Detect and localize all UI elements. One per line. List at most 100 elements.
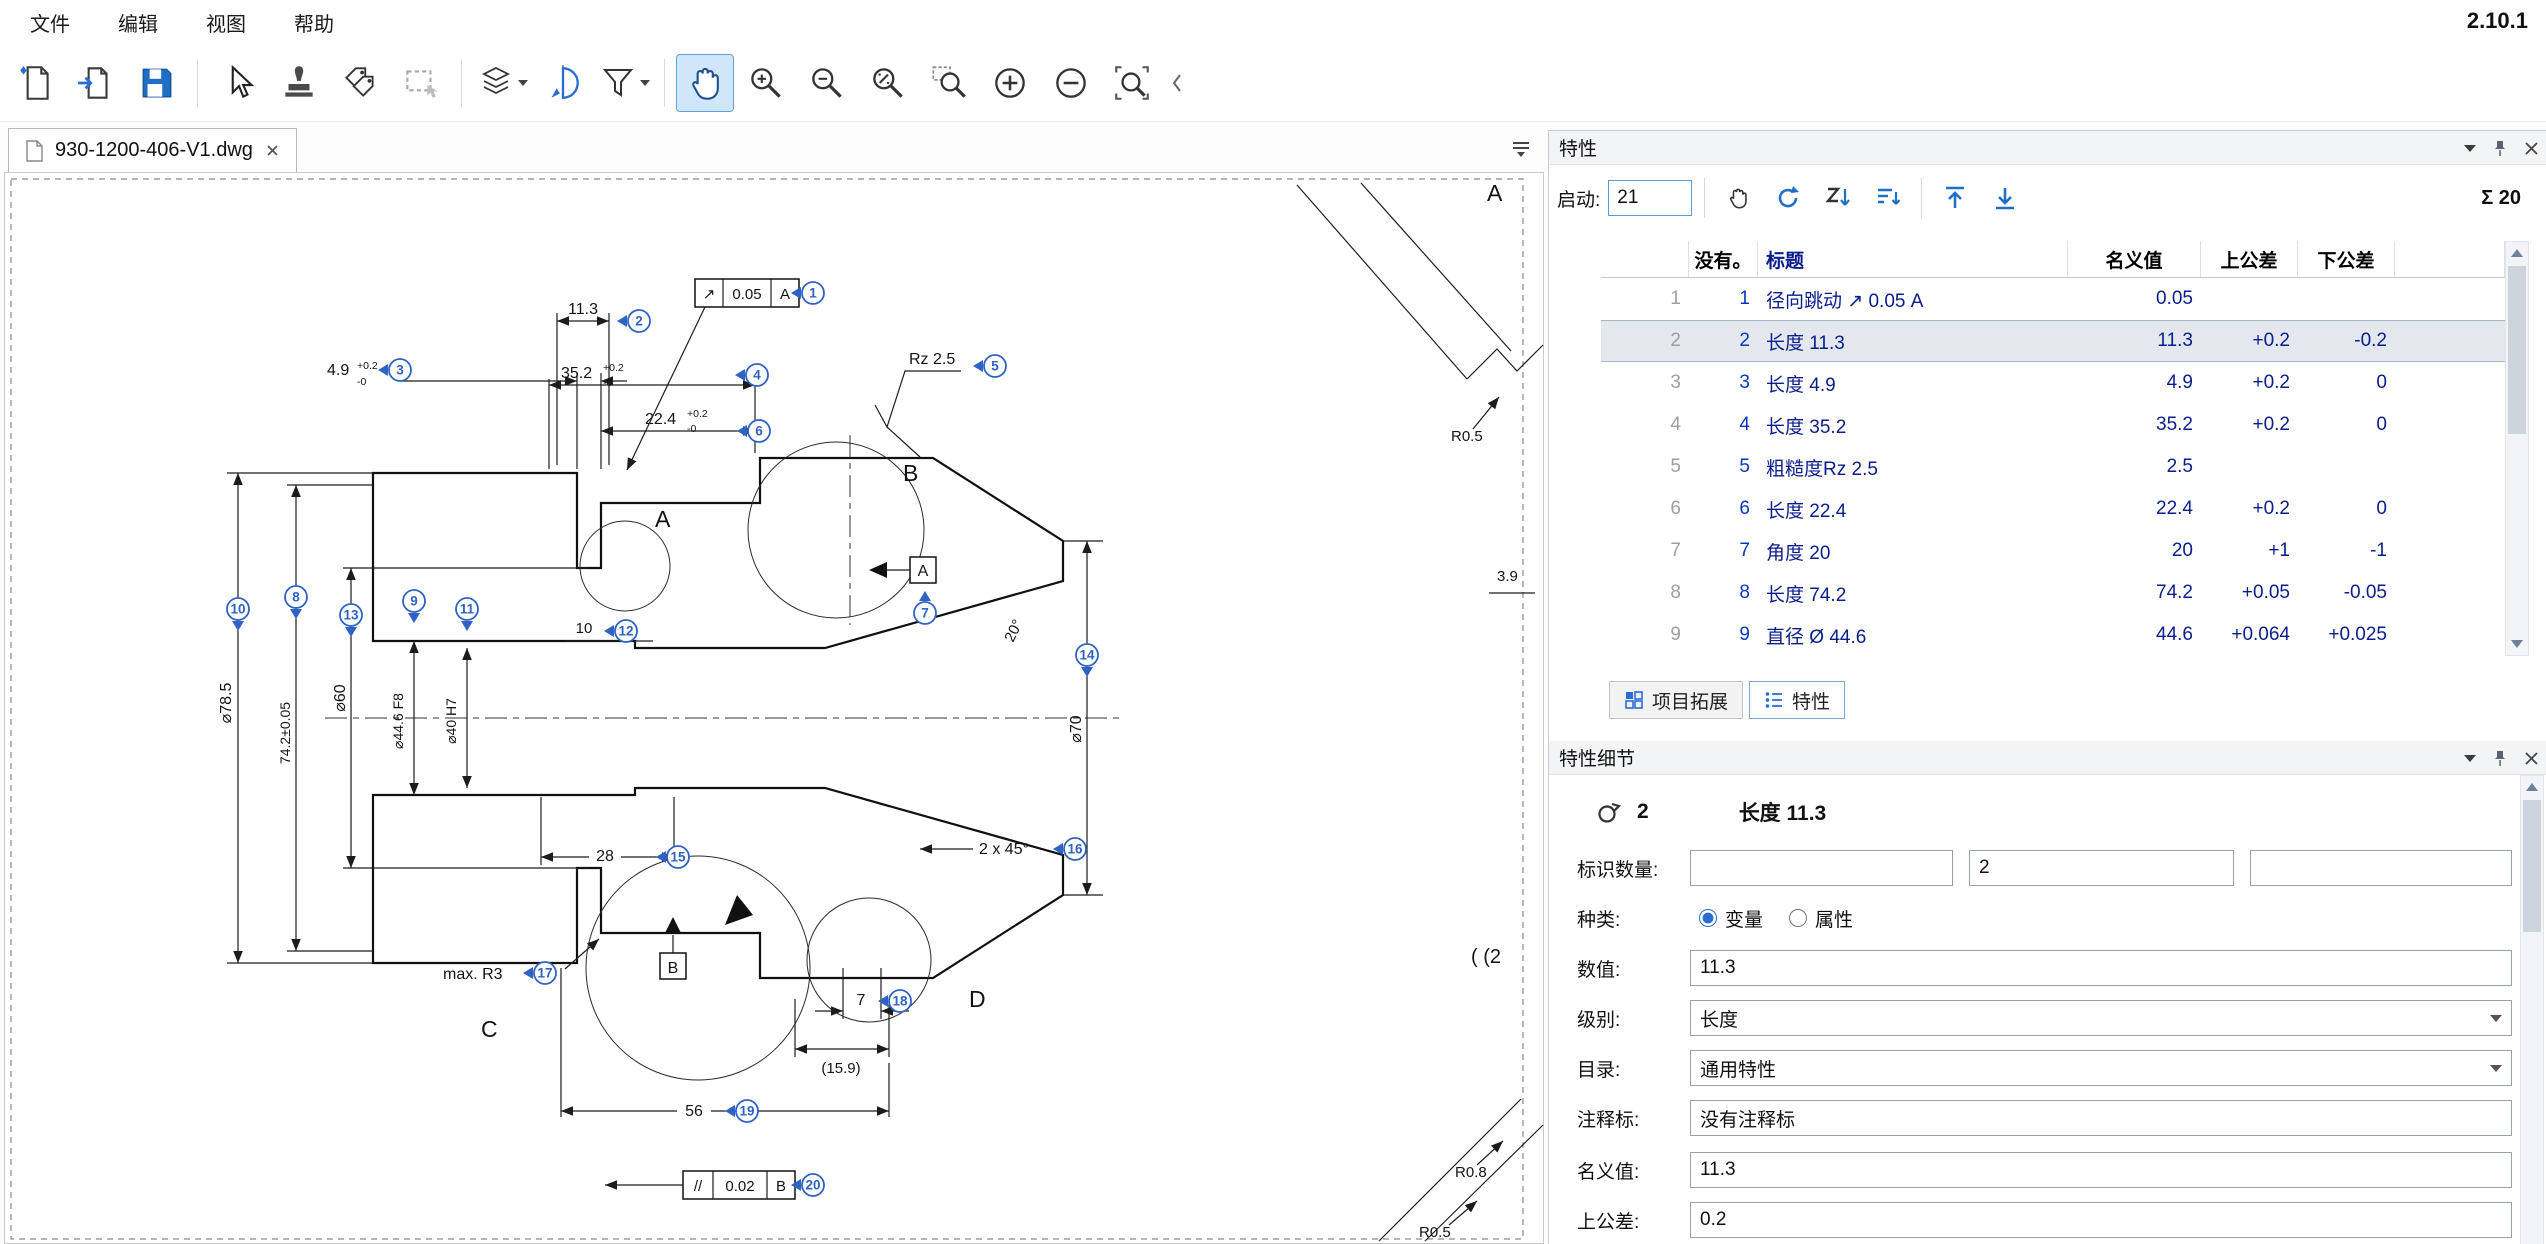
balloon-3[interactable]: 3 — [378, 359, 411, 381]
characteristic-row-4[interactable]: 44长度 35.235.2+0.20 — [1601, 404, 2505, 446]
characteristic-row-1[interactable]: 11径向跳动 ↗ 0.05 A0.05 — [1601, 278, 2505, 320]
pin-icon[interactable] — [2492, 750, 2508, 767]
menu-view[interactable]: 视图 — [182, 2, 270, 43]
balloon-5[interactable]: 5 — [973, 355, 1006, 377]
balloon-13[interactable]: 13 — [340, 604, 362, 637]
scrollbar-thumb[interactable] — [2508, 266, 2526, 434]
balloon-4[interactable]: 4 — [735, 364, 768, 386]
svg-text:2 x 45°: 2 x 45° — [979, 841, 1029, 858]
menu-edit[interactable]: 编辑 — [94, 2, 182, 43]
scroll-down-button[interactable] — [2506, 633, 2528, 655]
balloon-19[interactable]: 19 — [725, 1100, 758, 1122]
toolbar-collapse-button[interactable] — [1164, 54, 1190, 112]
panel-menu-caret-icon[interactable] — [2464, 145, 2476, 152]
decrease-button[interactable] — [1042, 54, 1100, 112]
balloon-9[interactable]: 9 — [403, 590, 425, 623]
balloon-6[interactable]: 6 — [737, 420, 770, 442]
radio-variable[interactable]: 变量 — [1699, 905, 1763, 932]
move-up-button[interactable] — [1934, 177, 1976, 219]
zoom-in-button[interactable] — [737, 54, 795, 112]
sort-z-button[interactable] — [1817, 177, 1859, 219]
characteristic-row-7[interactable]: 77角度 2020+1-1 — [1601, 530, 2505, 572]
characteristic-row-8[interactable]: 88长度 74.274.2+0.05-0.05 — [1601, 572, 2505, 614]
close-icon[interactable] — [265, 143, 280, 158]
increase-button[interactable] — [981, 54, 1039, 112]
level-select[interactable]: 长度 — [1690, 1000, 2512, 1036]
tab-characteristics[interactable]: 特性 — [1749, 681, 1845, 719]
radio-attribute-input[interactable] — [1789, 909, 1807, 927]
catalog-select[interactable]: 通用特性 — [1690, 1050, 2512, 1086]
sort-order-button[interactable] — [1867, 177, 1909, 219]
renumber-button[interactable] — [1767, 177, 1809, 219]
column-header-index[interactable] — [1601, 241, 1689, 277]
pin-icon[interactable] — [2492, 140, 2508, 157]
balloon-17[interactable]: 17 — [523, 962, 556, 984]
document-tab[interactable]: 930-1200-406-V1.dwg — [8, 128, 297, 172]
start-number-input[interactable] — [1608, 180, 1692, 216]
column-header-upper[interactable]: 上公差 — [2201, 241, 2298, 277]
characteristic-row-9[interactable]: 99直径 Ø 44.644.6+0.064+0.025 — [1601, 614, 2505, 656]
scrollbar-thumb[interactable] — [2523, 800, 2541, 932]
panel-menu-caret-icon[interactable] — [2464, 755, 2476, 762]
pan-mini-button[interactable] — [1717, 177, 1759, 219]
table-scrollbar[interactable] — [2505, 241, 2529, 656]
balloon-7[interactable]: 7 — [914, 591, 936, 624]
select-tool-button[interactable] — [209, 54, 267, 112]
menu-help[interactable]: 帮助 — [270, 2, 358, 43]
zoom-selection-button[interactable] — [920, 54, 978, 112]
move-down-button[interactable] — [1984, 177, 2026, 219]
window-list-button[interactable] — [1506, 136, 1536, 162]
save-button[interactable] — [128, 54, 186, 112]
balloon-10[interactable]: 10 — [227, 598, 249, 631]
tag-tool-button[interactable] — [331, 54, 389, 112]
balloon-2[interactable]: 2 — [617, 310, 650, 332]
layers-menu-button[interactable] — [473, 54, 531, 112]
details-scrollbar[interactable] — [2520, 775, 2544, 1244]
characteristic-row-3[interactable]: 33长度 4.94.9+0.20 — [1601, 362, 2505, 404]
balloon-8[interactable]: 8 — [285, 586, 307, 619]
zoom-window-button[interactable] — [1103, 54, 1161, 112]
id-count-input-2[interactable] — [1969, 850, 2234, 886]
zoom-out-button[interactable] — [798, 54, 856, 112]
form-row-level: 级别: 长度 — [1549, 999, 2546, 1037]
balloon-14[interactable]: 14 — [1076, 644, 1098, 677]
column-header-nominal[interactable]: 名义值 — [2068, 241, 2201, 277]
column-header-no[interactable]: 没有。 — [1689, 241, 1758, 277]
value-input[interactable] — [1690, 950, 2512, 986]
id-count-input-1[interactable] — [1690, 850, 1953, 886]
radio-attribute[interactable]: 属性 — [1789, 905, 1853, 932]
balloon-15[interactable]: 15 — [656, 846, 689, 868]
characteristic-row-5[interactable]: 55粗糙度Rz 2.52.5 — [1601, 446, 2505, 488]
svg-text:-0: -0 — [603, 377, 612, 389]
characteristic-row-2-selected[interactable]: 22长度 11.311.3+0.2-0.2 — [1601, 320, 2505, 362]
balloon-18[interactable]: 18 — [878, 990, 911, 1012]
marquee-select-button[interactable] — [392, 54, 450, 112]
column-header-title[interactable]: 标题 — [1758, 241, 2068, 277]
balloon-11[interactable]: 11 — [456, 598, 478, 631]
id-count-input-3[interactable] — [2250, 850, 2512, 886]
column-header-lower[interactable]: 下公差 — [2298, 241, 2395, 277]
nominal-input[interactable] — [1690, 1152, 2512, 1188]
filter-menu-button[interactable] — [595, 54, 653, 112]
drawing-canvas[interactable]: A B C D ⌀78.5 74.2±0.05 ⌀60 ⌀4 — [4, 172, 1544, 1244]
close-icon[interactable] — [2524, 751, 2539, 766]
pan-tool-button[interactable] — [676, 54, 734, 112]
radio-variable-input[interactable] — [1699, 909, 1717, 927]
upper-tolerance-input[interactable] — [1690, 1202, 2512, 1238]
tab-project-expansion[interactable]: 项目拓展 — [1609, 681, 1743, 719]
balloon-20[interactable]: 20 — [791, 1174, 824, 1196]
balloon-12[interactable]: 12 — [604, 620, 637, 642]
scroll-up-button[interactable] — [2521, 776, 2543, 798]
mirror-view-button[interactable] — [534, 54, 592, 112]
stamp-tool-button[interactable] — [270, 54, 328, 112]
zoom-fit-button[interactable] — [859, 54, 917, 112]
note-input[interactable] — [1690, 1100, 2512, 1136]
balloon-16[interactable]: 16 — [1053, 838, 1086, 860]
menu-file[interactable]: 文件 — [6, 2, 94, 43]
scroll-up-button[interactable] — [2506, 242, 2528, 264]
close-icon[interactable] — [2524, 141, 2539, 156]
open-document-button[interactable] — [67, 54, 125, 112]
characteristic-row-6[interactable]: 66长度 22.422.4+0.20 — [1601, 488, 2505, 530]
new-document-button[interactable] — [6, 54, 64, 112]
detail-circle-a — [580, 521, 670, 611]
